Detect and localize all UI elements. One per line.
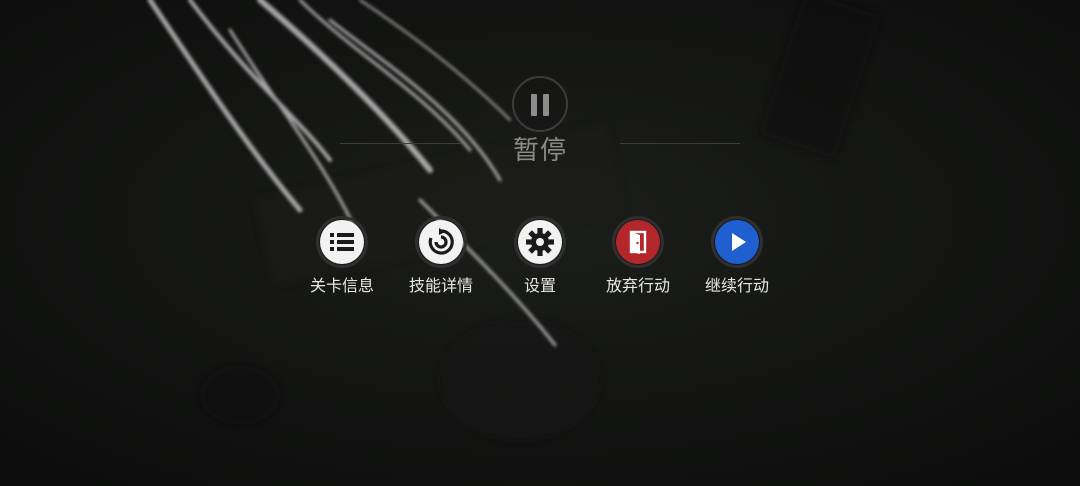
settings-label: 设置 (523, 276, 556, 295)
abandon-button[interactable]: 放弃行动 (588, 216, 688, 296)
play-icon (715, 220, 759, 264)
abandon-label: 放弃行动 (605, 276, 670, 295)
list-icon (320, 220, 364, 264)
stage-info-label: 关卡信息 (309, 276, 374, 295)
resume-label: 继续行动 (704, 276, 769, 295)
skill-details-label: 技能详情 (408, 276, 473, 295)
resume-ring (711, 216, 763, 268)
gear-icon (518, 220, 562, 264)
pause-bar-right (543, 94, 549, 116)
settings-ring (514, 216, 566, 268)
divider-left (340, 143, 460, 144)
pause-title: 暂停 (512, 136, 567, 166)
skill-details-button[interactable]: 技能详情 (391, 216, 491, 296)
skill-details-ring (415, 216, 467, 268)
stage-info-button[interactable]: 关卡信息 (292, 216, 392, 296)
divider-right (620, 143, 740, 144)
exit-door-icon (616, 220, 660, 264)
settings-button[interactable]: 设置 (490, 216, 590, 296)
pause-bar-left (531, 94, 537, 116)
pause-icon[interactable] (512, 76, 568, 132)
stage-info-ring (316, 216, 368, 268)
skill-icon (419, 220, 463, 264)
abandon-ring (612, 216, 664, 268)
resume-button[interactable]: 继续行动 (687, 216, 787, 296)
pause-header: 暂停 (0, 76, 1080, 166)
pause-menu: 关卡信息 技能详情 设置 放弃行动 继续行动 (0, 216, 1080, 296)
